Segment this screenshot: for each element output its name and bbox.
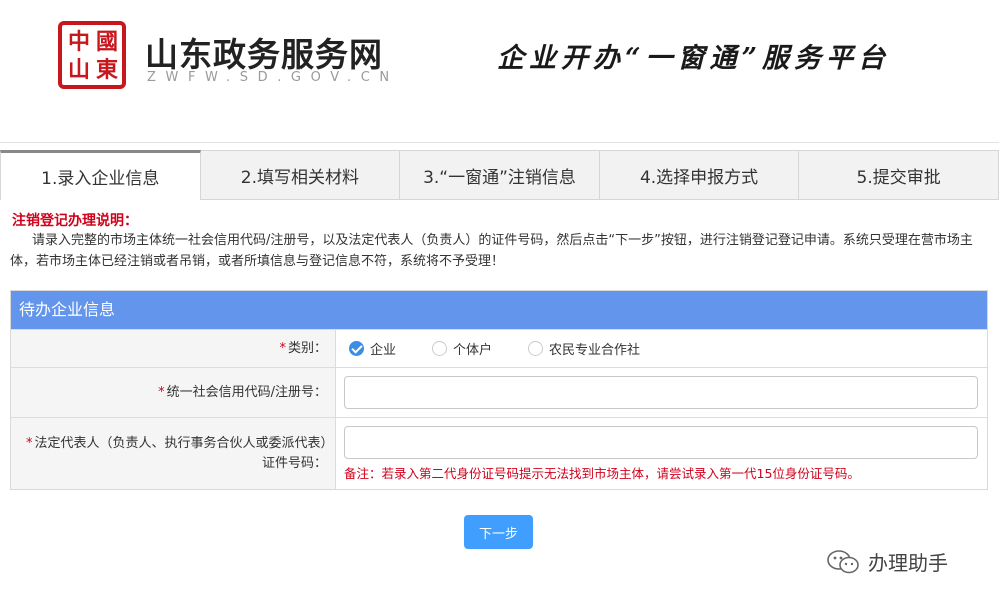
credit-code-field xyxy=(336,368,987,417)
radio-unchecked-icon[interactable] xyxy=(432,341,448,356)
radio-option-enterprise[interactable]: 企业 xyxy=(349,339,396,358)
tab-step-3[interactable]: 3.“一窗通”注销信息 xyxy=(400,150,600,200)
next-step-button[interactable]: 下一步 xyxy=(464,515,533,549)
type-label: 类别： xyxy=(287,340,327,356)
wechat-icon xyxy=(827,549,859,573)
form-row-credit-code: * 统一社会信用代码/注册号： xyxy=(11,367,987,417)
radio-option-cooperative[interactable]: 农民专业合作社 xyxy=(528,339,640,358)
type-radio-group: 企业 个体户 农民专业合作社 xyxy=(344,339,979,358)
tab-step-5[interactable]: 5.提交审批 xyxy=(799,150,999,200)
wechat-watermark: 办理助手 xyxy=(826,547,948,576)
required-mark: * xyxy=(279,340,286,356)
type-label-cell: * 类别： xyxy=(11,330,336,367)
panel-title: 待办企业信息 xyxy=(11,291,987,329)
site-domain: ZWFW.SD.GOV.CN xyxy=(147,70,399,85)
legal-rep-id-label-cell: * 法定代表人（负责人、执行事务合伙人或委派代表）证件号码： xyxy=(11,418,336,489)
seal-char: 東 xyxy=(95,57,118,83)
tab-step-4[interactable]: 4.选择申报方式 xyxy=(599,150,800,200)
platform-slogan: 企业开办“一窗通”服务平台 xyxy=(497,43,891,74)
radio-label: 企业 xyxy=(370,343,397,358)
required-mark: * xyxy=(158,384,165,400)
credit-code-label-cell: * 统一社会信用代码/注册号： xyxy=(11,368,336,417)
notice-title: 注销登记办理说明： xyxy=(12,213,138,229)
radio-label: 个体户 xyxy=(453,343,493,358)
pending-enterprise-panel: 待办企业信息 * 类别： 企业 个体户 农民专业合作社 * 统一社会信用代码/注… xyxy=(10,290,988,490)
radio-unchecked-icon[interactable] xyxy=(528,341,544,356)
legal-rep-id-field: 备注：若录入第二代身份证号码提示无法找到市场主体，请尝试录入第一代15位身份证号… xyxy=(336,418,987,489)
tab-step-1[interactable]: 1.录入企业信息 xyxy=(0,150,201,200)
radio-checked-icon[interactable] xyxy=(349,341,364,356)
required-mark: * xyxy=(25,435,33,451)
credit-code-input[interactable] xyxy=(344,376,978,409)
site-name[interactable]: 山东政务服务网 xyxy=(145,28,383,76)
credit-code-label: 统一社会信用代码/注册号： xyxy=(166,384,327,400)
seal-char: 中 xyxy=(67,29,90,55)
site-header: 中 國 山 東 山东政务服务网 ZWFW.SD.GOV.CN 企业开办“一窗通”… xyxy=(0,0,999,142)
header-divider xyxy=(0,142,999,143)
type-field: 企业 个体户 农民专业合作社 xyxy=(336,330,987,367)
radio-option-individual[interactable]: 个体户 xyxy=(432,339,492,358)
legal-rep-id-label: 法定代表人（负责人、执行事务合伙人或委派代表）证件号码： xyxy=(34,435,327,471)
site-logo-seal[interactable]: 中 國 山 東 xyxy=(58,21,126,89)
radio-label: 农民专业合作社 xyxy=(549,343,641,358)
step-tabs: 1.录入企业信息 2.填写相关材料 3.“一窗通”注销信息 4.选择申报方式 5… xyxy=(0,150,999,200)
seal-char: 山 xyxy=(67,57,90,83)
seal-char: 國 xyxy=(95,29,118,55)
id-number-hint: 备注：若录入第二代身份证号码提示无法找到市场主体，请尝试录入第一代15位身份证号… xyxy=(344,465,860,481)
notice-body: 请录入完整的市场主体统一社会信用代码/注册号，以及法定代表人（负责人）的证件号码… xyxy=(10,233,973,269)
form-row-type: * 类别： 企业 个体户 农民专业合作社 xyxy=(11,329,987,367)
tab-step-2[interactable]: 2.填写相关材料 xyxy=(200,150,401,200)
form-row-legal-rep-id: * 法定代表人（负责人、执行事务合伙人或委派代表）证件号码： 备注：若录入第二代身… xyxy=(11,417,987,489)
legal-rep-id-input[interactable] xyxy=(344,425,978,459)
watermark-text: 办理助手 xyxy=(868,551,948,575)
